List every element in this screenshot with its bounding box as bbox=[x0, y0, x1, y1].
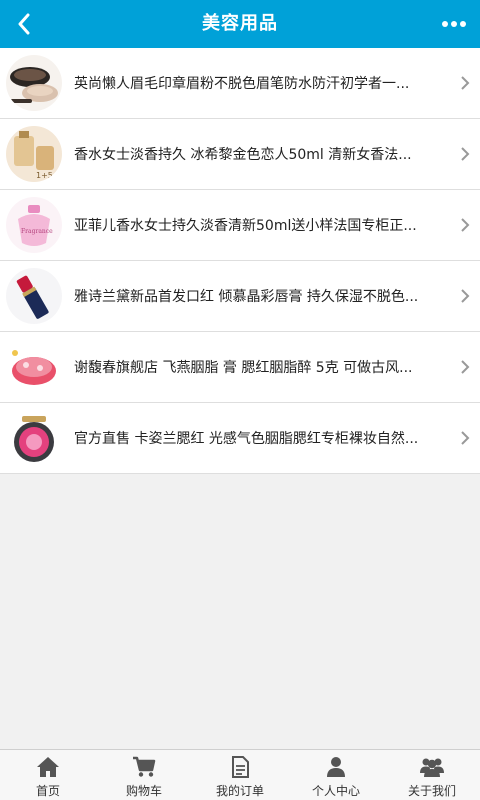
tab-label: 关于我们 bbox=[407, 784, 456, 798]
tab-label: 首页 bbox=[35, 784, 60, 798]
thumbnail-text: Fragrance bbox=[21, 228, 53, 235]
tab-label: 购物车 bbox=[125, 784, 162, 798]
product-thumbnail bbox=[6, 268, 62, 324]
product-thumbnail bbox=[6, 410, 62, 466]
product-title: 香水女士淡香持久 冰希黎金色恋人50ml 清新女香法... bbox=[74, 147, 412, 163]
app-header: 美容用品 bbox=[0, 0, 480, 48]
product-title: 官方直售 卡姿兰腮红 光感气色胭脂腮红专柜裸妆自然... bbox=[74, 431, 419, 447]
list-item[interactable]: 雅诗兰黛新品首发口红 倾慕晶彩唇膏 持久保湿不脱色... bbox=[0, 261, 480, 332]
user-icon bbox=[327, 757, 345, 777]
chevron-right-icon bbox=[461, 218, 470, 232]
thumbnail-text: 1+5 bbox=[36, 171, 53, 180]
product-thumbnail: Fragrance bbox=[6, 197, 62, 253]
order-icon bbox=[232, 756, 249, 778]
page-title: 美容用品 bbox=[202, 13, 278, 34]
chevron-right-icon bbox=[461, 360, 470, 374]
list-item[interactable]: 英尚懒人眉毛印章眉粉不脱色眉笔防水防汗初学者一... bbox=[0, 48, 480, 119]
chevron-right-icon bbox=[461, 289, 470, 303]
product-thumbnail bbox=[6, 55, 62, 111]
product-thumbnail: 1+5 bbox=[6, 126, 62, 182]
cart-icon bbox=[133, 756, 156, 777]
list-item[interactable]: 谢馥春旗舰店 飞燕胭脂 膏 腮红胭脂醉 5克 可做古风... bbox=[0, 332, 480, 403]
product-thumbnail bbox=[6, 339, 62, 395]
product-list: 英尚懒人眉毛印章眉粉不脱色眉笔防水防汗初学者一... 1+5 香水女士淡香持久 … bbox=[0, 48, 480, 474]
list-item[interactable]: Fragrance 亚菲儿香水女士持久淡香清新50ml送小样法国专柜正... bbox=[0, 190, 480, 261]
list-item[interactable]: 官方直售 卡姿兰腮红 光感气色胭脂腮红专柜裸妆自然... bbox=[0, 403, 480, 474]
list-item[interactable]: 1+5 香水女士淡香持久 冰希黎金色恋人50ml 清新女香法... bbox=[0, 119, 480, 190]
tab-label: 我的订单 bbox=[215, 784, 264, 798]
product-title: 亚菲儿香水女士持久淡香清新50ml送小样法国专柜正... bbox=[74, 218, 417, 234]
product-title: 英尚懒人眉毛印章眉粉不脱色眉笔防水防汗初学者一... bbox=[74, 76, 410, 92]
more-dots-icon bbox=[442, 21, 466, 27]
product-title: 雅诗兰黛新品首发口红 倾慕晶彩唇膏 持久保湿不脱色... bbox=[74, 289, 419, 305]
tab-label: 个人中心 bbox=[311, 784, 360, 798]
tab-orders[interactable]: 我的订单 bbox=[192, 750, 288, 800]
chevron-right-icon bbox=[461, 431, 470, 445]
group-icon bbox=[420, 758, 444, 777]
product-title: 谢馥春旗舰店 飞燕胭脂 膏 腮红胭脂醉 5克 可做古风... bbox=[74, 360, 413, 376]
tab-cart[interactable]: 购物车 bbox=[96, 750, 192, 800]
chevron-right-icon bbox=[461, 147, 470, 161]
more-button[interactable] bbox=[434, 4, 474, 44]
tab-home[interactable]: 首页 bbox=[0, 750, 96, 800]
bottom-tab-bar: 首页 购物车 我的订单 个人中心 关于我们 bbox=[0, 749, 480, 800]
tab-profile[interactable]: 个人中心 bbox=[288, 750, 384, 800]
home-icon bbox=[37, 757, 59, 777]
chevron-right-icon bbox=[461, 76, 470, 90]
tab-about[interactable]: 关于我们 bbox=[384, 750, 480, 800]
